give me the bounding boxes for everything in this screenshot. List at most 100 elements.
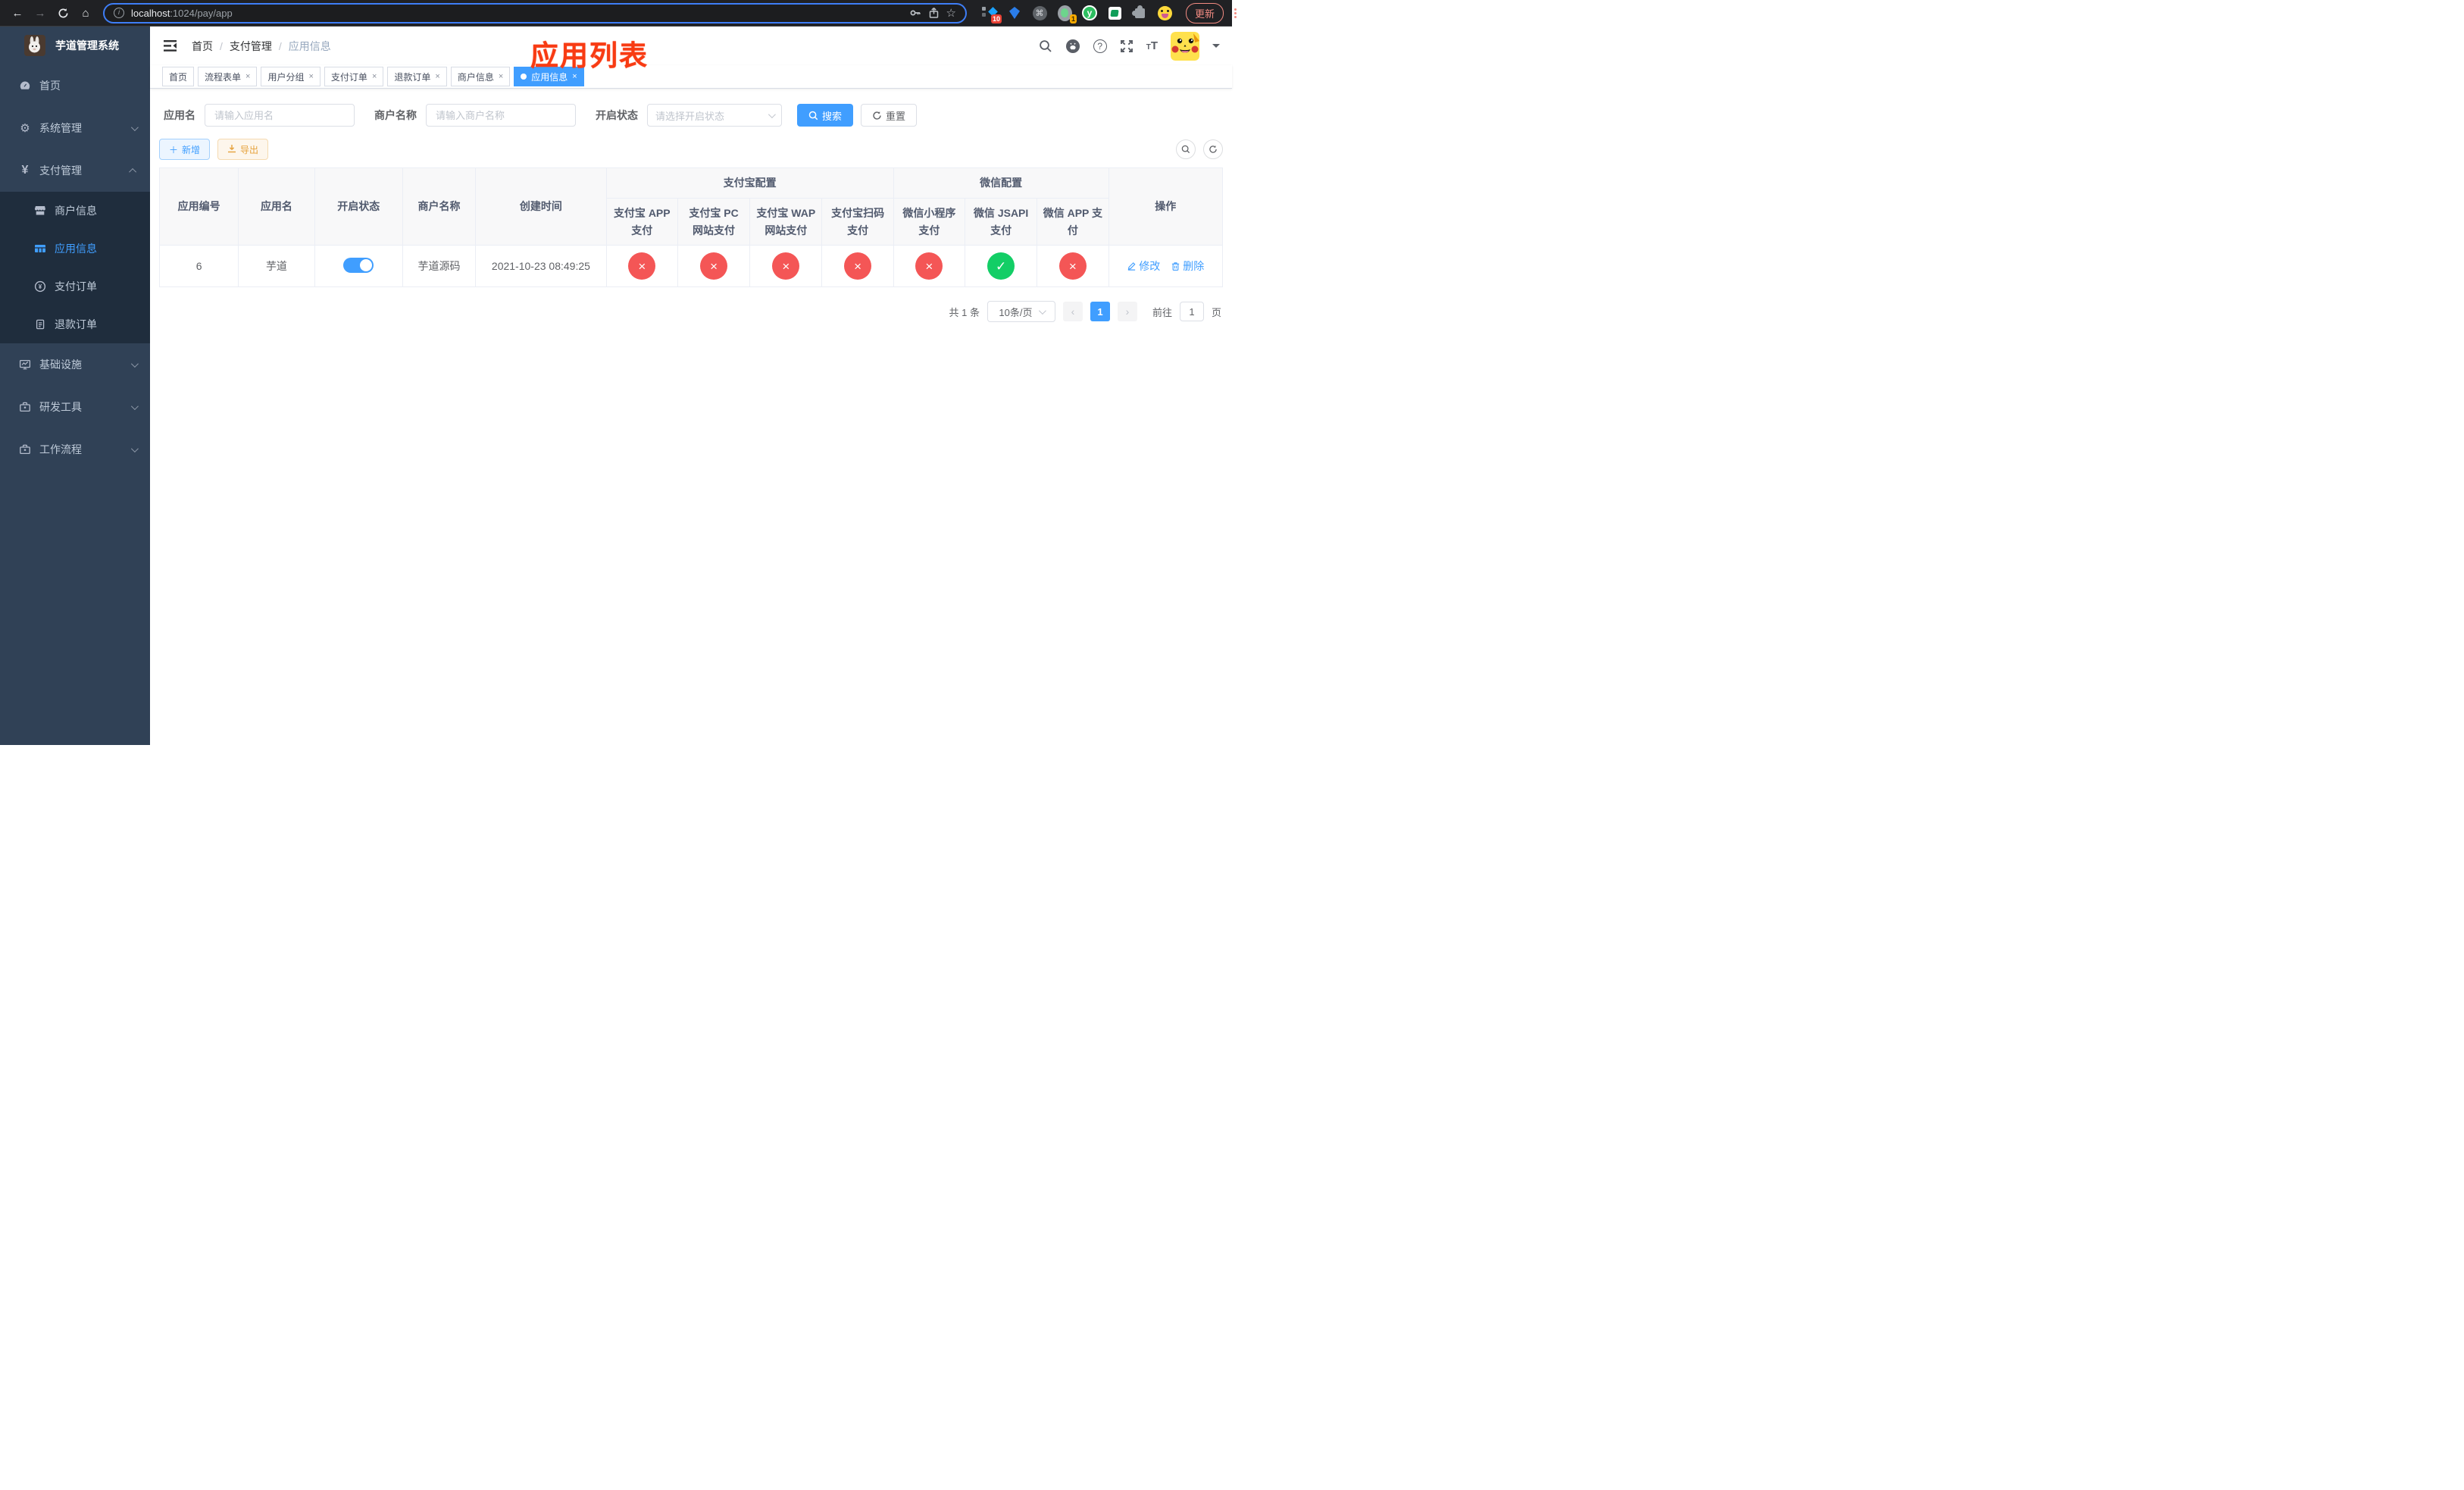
- extensions-puzzle-icon[interactable]: [1131, 5, 1147, 20]
- current-page-button[interactable]: 1: [1090, 302, 1110, 321]
- close-icon[interactable]: ×: [245, 72, 250, 81]
- status-toggle[interactable]: [343, 257, 374, 273]
- tab-process-form[interactable]: 流程表单 ×: [198, 67, 258, 86]
- cell-created: 2021-10-23 08:49:25: [475, 245, 607, 287]
- home-icon[interactable]: ⌂: [76, 7, 95, 20]
- goto-page-input[interactable]: [1179, 302, 1204, 321]
- site-info-icon[interactable]: i: [114, 8, 124, 18]
- browser-update-button[interactable]: 更新: [1186, 2, 1224, 23]
- search-icon[interactable]: [1039, 39, 1052, 53]
- delete-link[interactable]: 删除: [1171, 258, 1204, 274]
- next-page-button[interactable]: ›: [1117, 302, 1137, 321]
- sidebar-item-label: 基础设施: [39, 358, 82, 371]
- browser-menu-icon[interactable]: [1234, 8, 1237, 18]
- tab-pay-order[interactable]: 支付订单 ×: [324, 67, 384, 86]
- sidebar-item-dev-tools[interactable]: 研发工具: [0, 386, 150, 428]
- payment-submenu: 商户信息 应用信息 ¥ 支付订单 退款订单: [0, 192, 150, 343]
- reload-icon[interactable]: [53, 8, 73, 19]
- user-avatar[interactable]: [1171, 31, 1199, 61]
- cell-wechat-lite: ×: [893, 245, 965, 287]
- sidebar-item-system[interactable]: ⚙ 系统管理: [0, 107, 150, 149]
- prev-page-button[interactable]: ‹: [1062, 302, 1083, 321]
- sidebar-item-infrastructure[interactable]: 基础设施: [0, 343, 150, 386]
- sidebar-item-home[interactable]: 首页: [0, 64, 150, 107]
- command-extension-icon[interactable]: ⌘: [1032, 5, 1047, 20]
- sidebar-item-payment[interactable]: ¥ 支付管理: [0, 149, 150, 192]
- table-row: 6 芋道 芋道源码 2021-10-23 08:49:25 × × × × × …: [158, 245, 1224, 287]
- content: 应用名 商户名称 开启状态 请选择开启状态 搜索: [150, 89, 1232, 322]
- cell-actions: 修改 删除: [1108, 245, 1224, 287]
- sidebar-item-refund-order[interactable]: 退款订单: [0, 305, 150, 343]
- sidebar-item-app-info[interactable]: 应用信息: [0, 230, 150, 268]
- sidebar-item-label: 系统管理: [39, 122, 82, 134]
- tab-home[interactable]: 首页: [162, 67, 195, 86]
- tab-refund-order[interactable]: 退款订单 ×: [387, 67, 447, 86]
- password-key-icon[interactable]: [909, 7, 921, 19]
- font-size-icon[interactable]: TT: [1146, 39, 1158, 53]
- active-dot: [521, 74, 527, 80]
- tabbar: 首页 流程表单 × 用户分组 × 支付订单 × 退款订单 × 商户信息 × 应用信息 ×: [150, 65, 1232, 89]
- breadcrumb-home[interactable]: 首页: [192, 40, 213, 52]
- github-icon[interactable]: [1065, 39, 1080, 54]
- gem-extension-icon[interactable]: [1007, 5, 1022, 20]
- close-icon[interactable]: ×: [499, 72, 503, 81]
- page-size-select[interactable]: 10条/页: [987, 301, 1055, 322]
- sidebar-fold-icon[interactable]: [164, 40, 177, 52]
- url-path: :1024/pay/app: [170, 7, 233, 19]
- bookmark-star-icon[interactable]: ☆: [946, 8, 956, 19]
- tab-user-group[interactable]: 用户分组 ×: [261, 67, 321, 86]
- edit-link[interactable]: 修改: [1127, 258, 1160, 274]
- cell-app-id: 6: [158, 245, 239, 287]
- url-bar[interactable]: i localhost:1024/pay/app ☆: [103, 2, 967, 23]
- col-action: 操作: [1108, 167, 1224, 246]
- toggle-search-button[interactable]: [1176, 139, 1196, 159]
- merchant-name-input[interactable]: [426, 104, 576, 127]
- emoji-avatar-icon[interactable]: [1157, 5, 1172, 20]
- y-extension-icon[interactable]: y: [1082, 5, 1097, 20]
- sidebar-item-workflow[interactable]: 工作流程: [0, 428, 150, 471]
- tab-merchant-info[interactable]: 商户信息 ×: [450, 67, 511, 86]
- action-row: ＋ 新增 导出: [159, 139, 1223, 160]
- browser-toolbar: ← → ⌂ i localhost:1024/pay/app ☆ 10 ⌘ 1 …: [0, 0, 1237, 27]
- close-icon[interactable]: ×: [372, 72, 377, 81]
- filter-app-name: 应用名: [159, 104, 355, 127]
- goto-label: 前往: [1152, 306, 1172, 318]
- share-icon[interactable]: [928, 7, 940, 19]
- status-badge: ×: [700, 252, 728, 280]
- refresh-button[interactable]: [1203, 139, 1223, 159]
- close-icon[interactable]: ×: [308, 72, 313, 81]
- status-badge: ✓: [987, 252, 1015, 280]
- gear-icon: ⚙: [20, 122, 30, 135]
- logo-avatar: [24, 35, 45, 56]
- back-icon[interactable]: ←: [8, 7, 27, 20]
- app-name-input[interactable]: [205, 104, 355, 127]
- export-button[interactable]: 导出: [217, 139, 269, 160]
- search-button[interactable]: 搜索: [797, 104, 854, 127]
- yen-circle-icon: ¥: [33, 280, 47, 293]
- extension-strip: 10 ⌘ 1 y: [982, 5, 1172, 23]
- breadcrumb-payment[interactable]: 支付管理: [230, 40, 272, 52]
- forward-icon[interactable]: →: [30, 7, 50, 20]
- close-icon[interactable]: ×: [435, 72, 439, 81]
- help-icon[interactable]: ?: [1093, 39, 1107, 53]
- app-table: 应用编号 应用名 开启状态 商户名称 创建时间 支付宝配置 微信配置 操作 支付…: [158, 167, 1224, 287]
- status-badge: ×: [915, 252, 943, 280]
- avatar-caret-icon[interactable]: [1212, 44, 1220, 52]
- filter-merchant-name: 商户名称: [370, 104, 576, 127]
- add-button[interactable]: ＋ 新增: [159, 139, 211, 160]
- tasks-extension-icon[interactable]: 10: [982, 5, 1002, 23]
- chat-extension-icon[interactable]: [1107, 5, 1122, 20]
- logo-row[interactable]: 芋道管理系统: [0, 27, 150, 64]
- status-badge: ×: [844, 252, 872, 280]
- fullscreen-icon[interactable]: [1120, 39, 1134, 53]
- sidebar-item-label: 支付订单: [55, 280, 97, 293]
- status-select[interactable]: 请选择开启状态: [647, 104, 782, 127]
- profile-extension-icon[interactable]: 1: [1057, 5, 1077, 23]
- breadcrumb: 首页 / 支付管理 / 应用信息: [192, 39, 331, 52]
- col-app-id: 应用编号: [158, 167, 239, 246]
- reset-button[interactable]: 重置: [861, 104, 918, 127]
- sidebar-item-pay-order[interactable]: ¥ 支付订单: [0, 268, 150, 305]
- sidebar-item-merchant-info[interactable]: 商户信息: [0, 192, 150, 230]
- col-group-wechat: 微信配置: [893, 167, 1109, 199]
- status-badge: ×: [772, 252, 800, 280]
